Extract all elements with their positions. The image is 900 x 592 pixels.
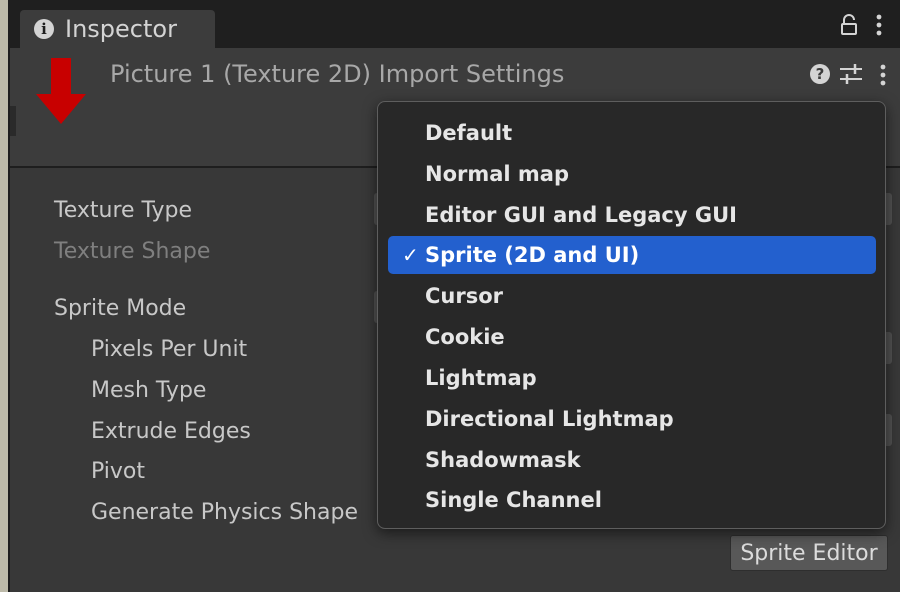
texture-shape-label: Texture Shape bbox=[54, 239, 211, 264]
red-down-arrow-icon bbox=[36, 58, 86, 124]
menu-item-label: Normal map bbox=[425, 162, 570, 186]
vertical-dots-icon[interactable] bbox=[876, 14, 882, 36]
lock-icon[interactable] bbox=[840, 14, 858, 36]
menu-item-sprite[interactable]: ✓ Sprite (2D and UI) bbox=[388, 236, 876, 274]
menu-item-label: Shadowmask bbox=[425, 448, 581, 472]
checkmark-icon: ✓ bbox=[402, 243, 419, 267]
menu-item-label: Default bbox=[425, 121, 513, 145]
left-editor-strip bbox=[0, 0, 8, 592]
header-menu-icon[interactable] bbox=[880, 64, 886, 86]
tab-inspector-label: Inspector bbox=[65, 15, 177, 43]
tab-inspector[interactable]: i Inspector bbox=[20, 10, 215, 48]
menu-item-lightmap[interactable]: Lightmap bbox=[388, 359, 876, 397]
sliders-icon[interactable] bbox=[840, 62, 862, 86]
texture-type-label: Texture Type bbox=[54, 198, 193, 223]
menu-item-editor-gui[interactable]: Editor GUI and Legacy GUI bbox=[388, 196, 876, 234]
mesh-type-label: Mesh Type bbox=[91, 378, 207, 403]
extrude-edges-label: Extrude Edges bbox=[91, 419, 251, 444]
menu-item-directional-lightmap[interactable]: Directional Lightmap bbox=[388, 400, 876, 438]
menu-item-cursor[interactable]: Cursor bbox=[388, 277, 876, 315]
menu-item-label: Sprite (2D and UI) bbox=[425, 243, 640, 267]
menu-item-label: Editor GUI and Legacy GUI bbox=[425, 203, 737, 227]
sprite-editor-button[interactable]: Sprite Editor bbox=[730, 535, 888, 571]
pixels-per-unit-label: Pixels Per Unit bbox=[91, 337, 248, 362]
menu-item-cookie[interactable]: Cookie bbox=[388, 318, 876, 356]
info-icon: i bbox=[34, 19, 54, 39]
tab-bar: i Inspector bbox=[10, 0, 900, 48]
menu-item-shadowmask[interactable]: Shadowmask bbox=[388, 441, 876, 479]
page-title: Picture 1 (Texture 2D) Import Settings bbox=[110, 60, 565, 88]
menu-item-label: Cursor bbox=[425, 284, 504, 308]
menu-item-single-channel[interactable]: Single Channel bbox=[388, 481, 876, 519]
menu-item-label: Lightmap bbox=[425, 366, 537, 390]
menu-item-label: Directional Lightmap bbox=[425, 407, 674, 431]
texture-type-dropdown-menu: Default Normal map Editor GUI and Legacy… bbox=[377, 101, 886, 529]
menu-item-normal-map[interactable]: Normal map bbox=[388, 155, 876, 193]
menu-item-label: Single Channel bbox=[425, 488, 602, 512]
help-icon[interactable]: ? bbox=[810, 64, 830, 84]
generate-physics-shape-label: Generate Physics Shape bbox=[91, 500, 358, 525]
collapse-handle[interactable] bbox=[10, 106, 16, 136]
menu-item-label: Cookie bbox=[425, 325, 505, 349]
menu-item-default[interactable]: Default bbox=[388, 114, 876, 152]
pivot-label: Pivot bbox=[91, 459, 146, 484]
sprite-mode-label: Sprite Mode bbox=[54, 296, 187, 321]
